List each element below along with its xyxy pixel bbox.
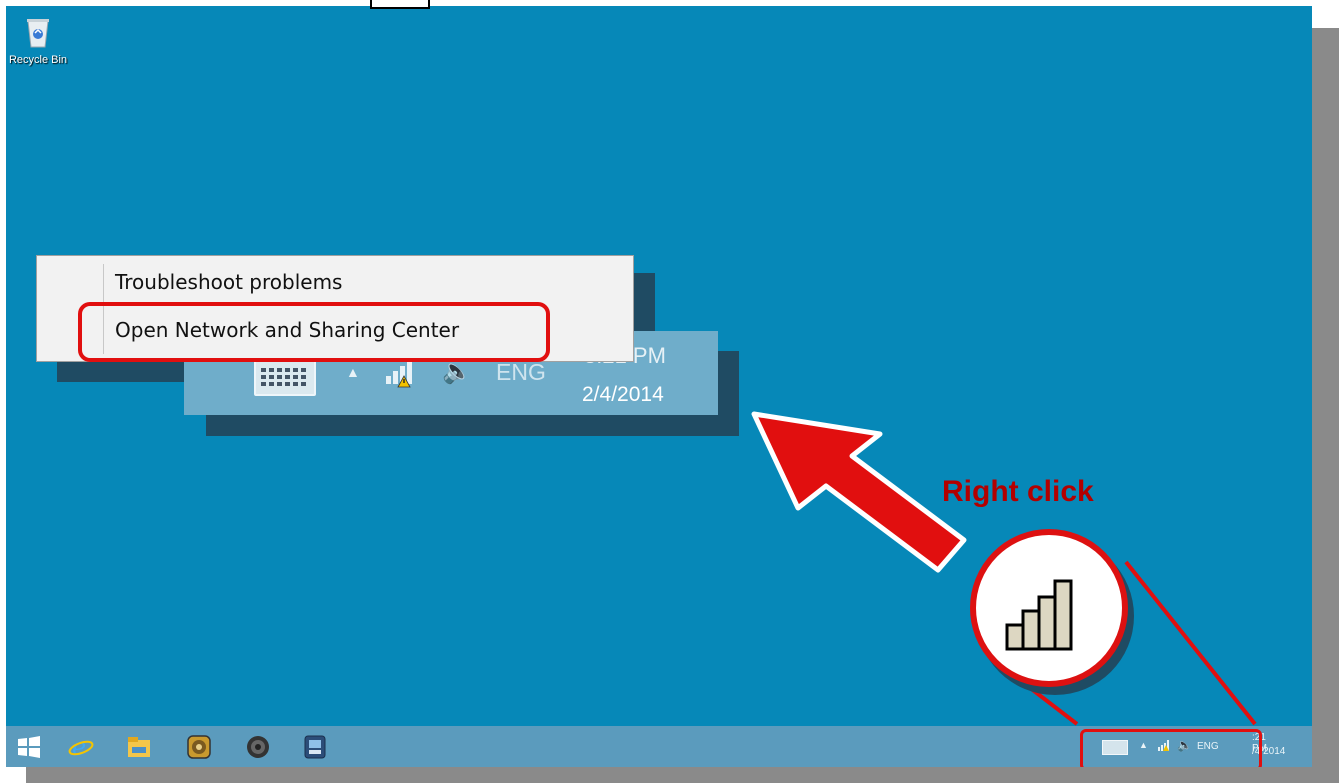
top-edge-marker (370, 0, 430, 9)
zoom-callout-lines (1010, 560, 1257, 726)
file-explorer-icon[interactable] (126, 734, 152, 760)
start-icon[interactable] (16, 734, 42, 760)
network-icon-magnifier (970, 529, 1128, 687)
desktop[interactable]: Recycle Bin ▲ 🔈 ENG 3:21 PM 2/4/2014 Tro… (6, 6, 1312, 767)
document-app-icon[interactable] (302, 734, 328, 760)
internet-explorer-icon[interactable]: e (68, 734, 94, 760)
network-signal-icon (1005, 579, 1073, 651)
tray-highlight-box (1080, 729, 1262, 767)
speaker-app-icon[interactable] (245, 734, 271, 760)
media-player-icon[interactable] (186, 734, 212, 760)
